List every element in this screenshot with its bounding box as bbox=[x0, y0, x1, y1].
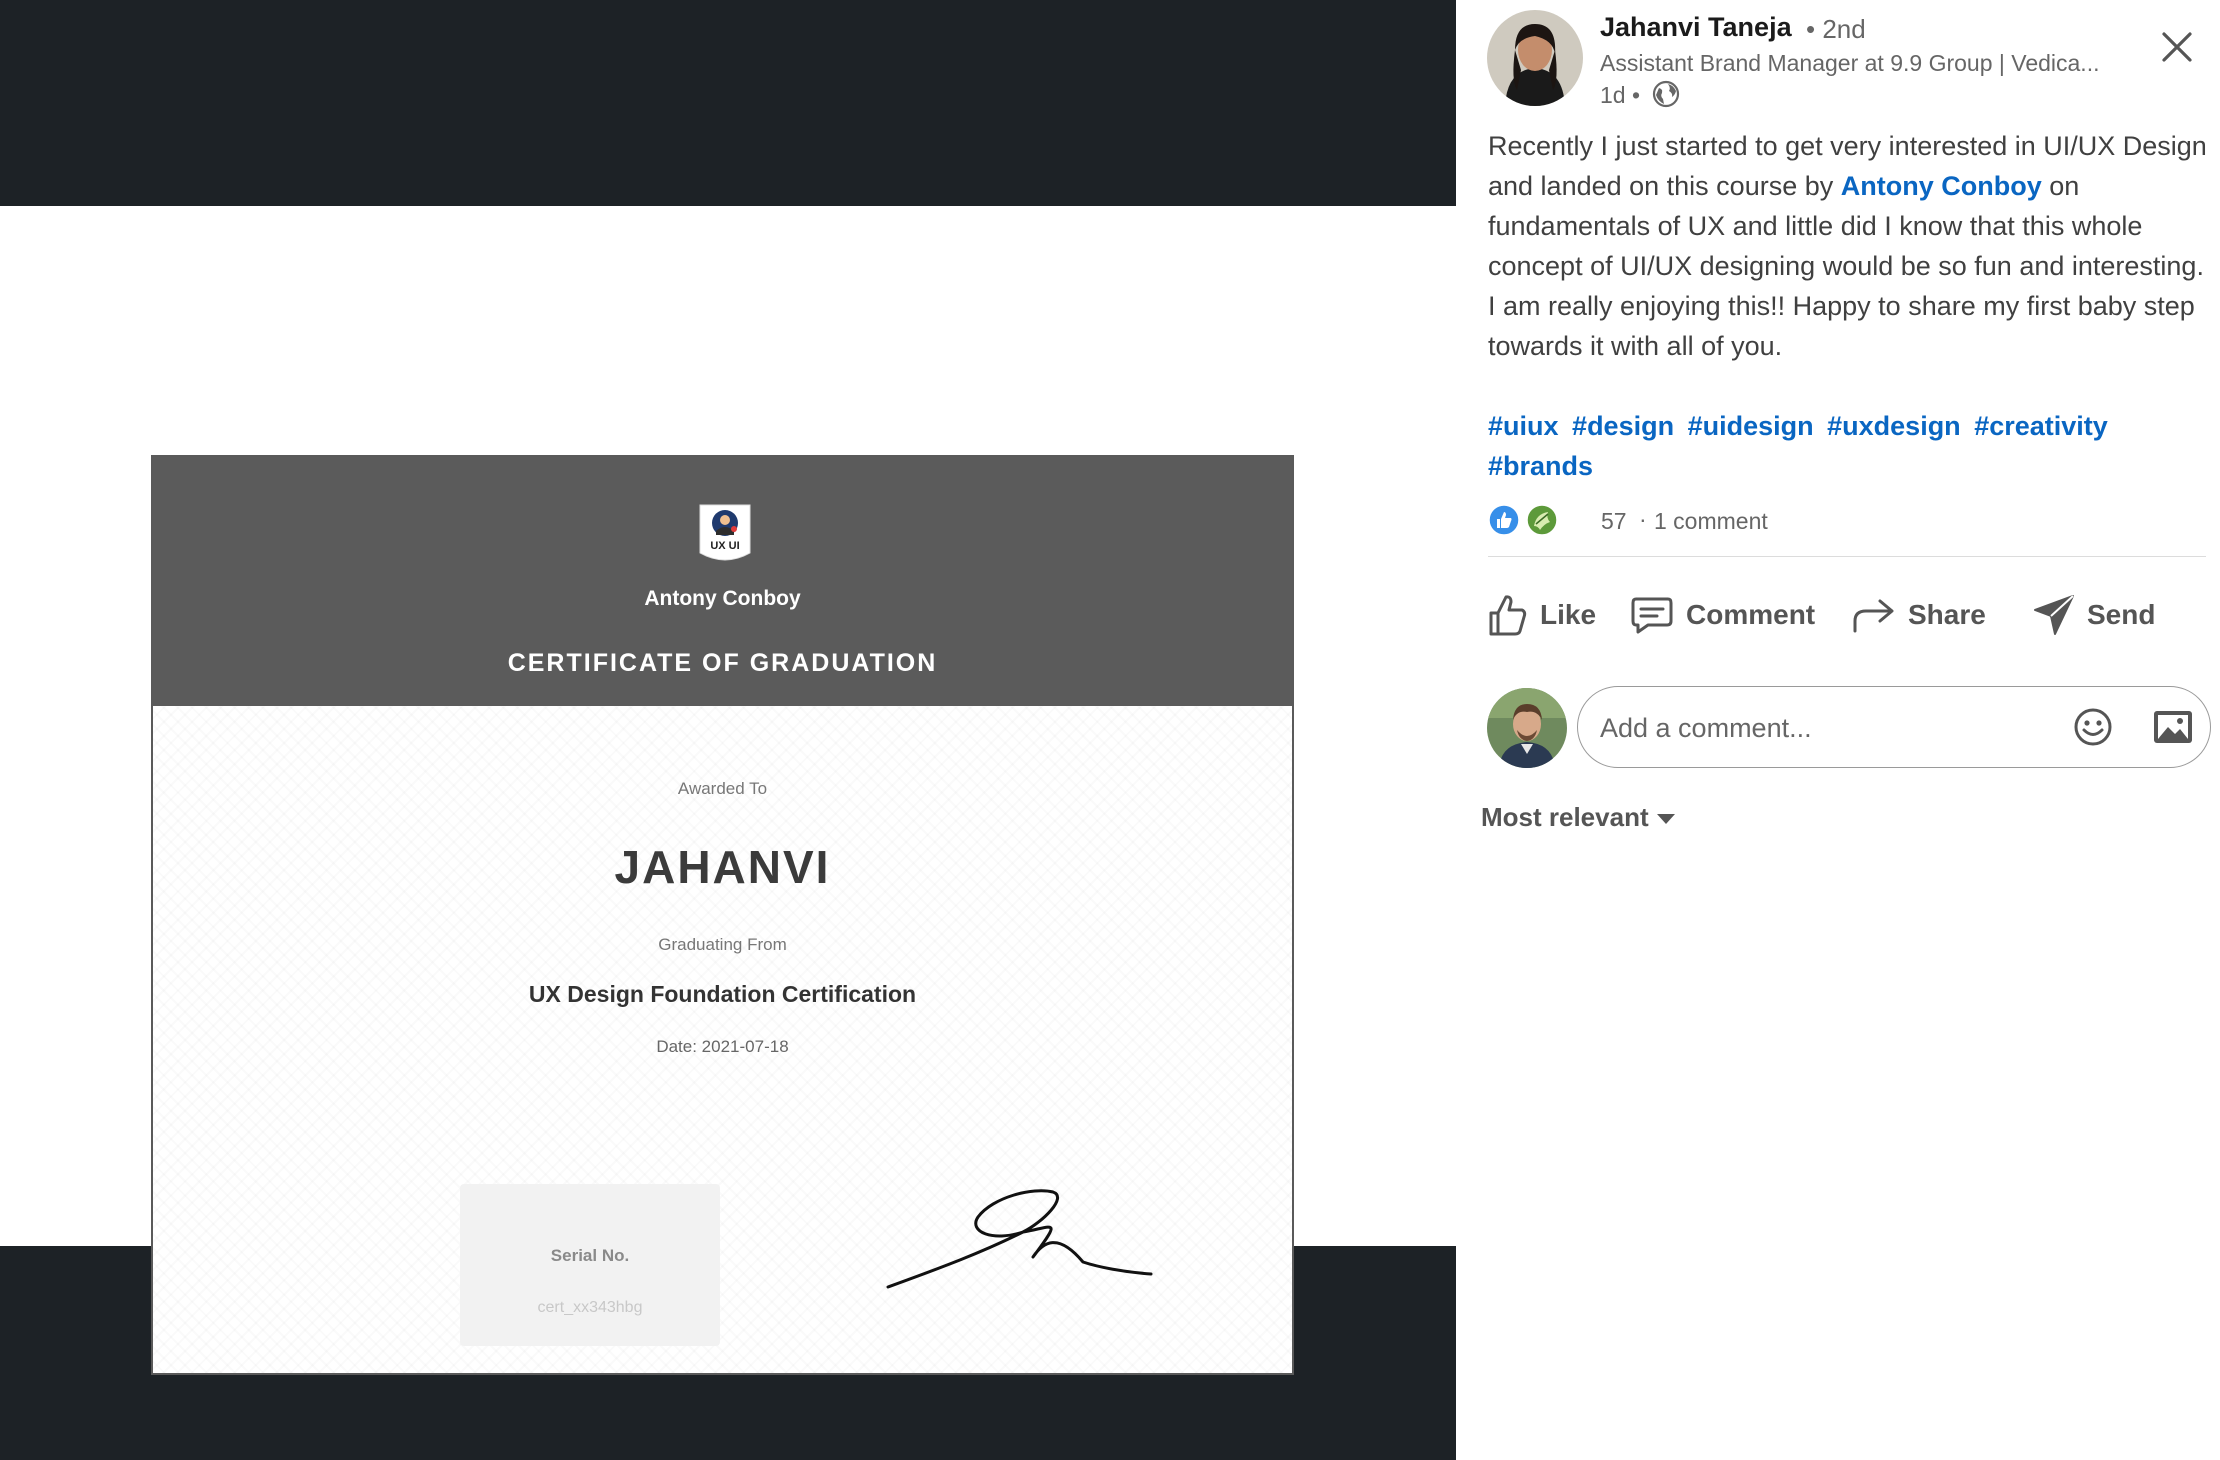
separator-dot: · bbox=[1639, 506, 1647, 532]
image-icon[interactable] bbox=[2152, 707, 2194, 747]
serial-box: Serial No. cert_xx343hbg bbox=[460, 1184, 720, 1346]
post-viewer: UX UI Antony Conboy CERTIFICATE OF GRADU… bbox=[0, 0, 2220, 1460]
paper-plane-icon bbox=[2034, 595, 2074, 635]
serial-value: cert_xx343hbg bbox=[537, 1299, 643, 1316]
reaction-count[interactable]: 57 bbox=[1601, 508, 1627, 535]
course-name: UX Design Foundation Certification bbox=[528, 981, 917, 1007]
caret-down-icon bbox=[1656, 814, 1675, 825]
post-image[interactable]: UX UI Antony Conboy CERTIFICATE OF GRADU… bbox=[0, 206, 1456, 1375]
hashtag-link[interactable]: #uidesign bbox=[1688, 411, 1814, 441]
signature bbox=[886, 1189, 1153, 1289]
thumbs-up-icon bbox=[1489, 595, 1527, 636]
post-details: Jahanvi Taneja • 2nd Assistant Brand Man… bbox=[1456, 0, 2220, 1460]
hashtag-link[interactable]: #creativity bbox=[1974, 411, 2108, 441]
comment-button[interactable]: Comment bbox=[1630, 585, 1815, 645]
author-headline: Assistant Brand Manager at 9.9 Group | V… bbox=[1600, 50, 2100, 76]
globe-icon bbox=[1652, 80, 1680, 108]
close-icon[interactable] bbox=[2160, 30, 2194, 64]
hashtags: #uiux #design #uidesign #uxdesign #creat… bbox=[1488, 406, 2188, 486]
graduating-from-label: Graduating From bbox=[658, 935, 787, 954]
share-arrow-icon bbox=[1853, 599, 1894, 633]
comment-box bbox=[1577, 686, 2211, 768]
like-reaction-icon bbox=[1488, 504, 1520, 536]
share-label: Share bbox=[1908, 599, 1986, 630]
hashtag-link[interactable]: #uiux bbox=[1488, 411, 1559, 441]
hashtag-link[interactable]: #brands bbox=[1488, 451, 1593, 481]
certificate-title: CERTIFICATE OF GRADUATION bbox=[507, 649, 938, 677]
divider bbox=[1488, 556, 2206, 557]
recipient-name: JAHANVI bbox=[614, 841, 831, 893]
like-button[interactable]: Like bbox=[1488, 585, 1596, 645]
certificate: UX UI Antony Conboy CERTIFICATE OF GRADU… bbox=[151, 455, 1294, 1375]
serial-label: Serial No. bbox=[550, 1246, 630, 1265]
hashtag-link[interactable]: #design bbox=[1572, 411, 1674, 441]
user-avatar-image bbox=[1487, 688, 1567, 768]
hashtag-link[interactable]: #uxdesign bbox=[1827, 411, 1961, 441]
certificate-date: Date: 2021-07-18 bbox=[656, 1037, 789, 1056]
user-avatar bbox=[1487, 688, 1567, 768]
comment-label: Comment bbox=[1686, 599, 1816, 630]
post-time: 1d • bbox=[1600, 82, 1641, 108]
like-label: Like bbox=[1540, 599, 1597, 630]
avatar-image bbox=[1487, 10, 1583, 106]
sort-label: Most relevant bbox=[1481, 802, 1649, 832]
logo-text: UX UI bbox=[710, 540, 739, 552]
comment-bubble-icon bbox=[1631, 597, 1673, 634]
comment-input[interactable] bbox=[1598, 705, 2032, 751]
send-label: Send bbox=[2087, 599, 2156, 630]
certificate-header: UX UI Antony Conboy CERTIFICATE OF GRADU… bbox=[153, 457, 1292, 706]
certificate-brand: Antony Conboy bbox=[644, 587, 801, 610]
smiley-icon[interactable] bbox=[2071, 705, 2115, 749]
awarded-to-label: Awarded To bbox=[677, 779, 768, 798]
author-avatar[interactable] bbox=[1487, 10, 1583, 106]
ux-ui-logo: UX UI bbox=[699, 504, 751, 561]
author-name[interactable]: Jahanvi Taneja bbox=[1600, 12, 1792, 43]
mention-link[interactable]: Antony Conboy bbox=[1841, 171, 2042, 201]
sort-dropdown[interactable]: Most relevant bbox=[1481, 802, 1675, 833]
comment-count[interactable]: 1 comment bbox=[1654, 508, 1768, 535]
send-button[interactable]: Send bbox=[2033, 585, 2155, 645]
support-reaction-icon bbox=[1526, 504, 1558, 536]
media-pane: UX UI Antony Conboy CERTIFICATE OF GRADU… bbox=[0, 0, 1456, 1460]
connection-degree: • 2nd bbox=[1806, 14, 1866, 44]
share-button[interactable]: Share bbox=[1852, 585, 1986, 645]
post-text: Recently I just started to get very inte… bbox=[1488, 126, 2208, 366]
